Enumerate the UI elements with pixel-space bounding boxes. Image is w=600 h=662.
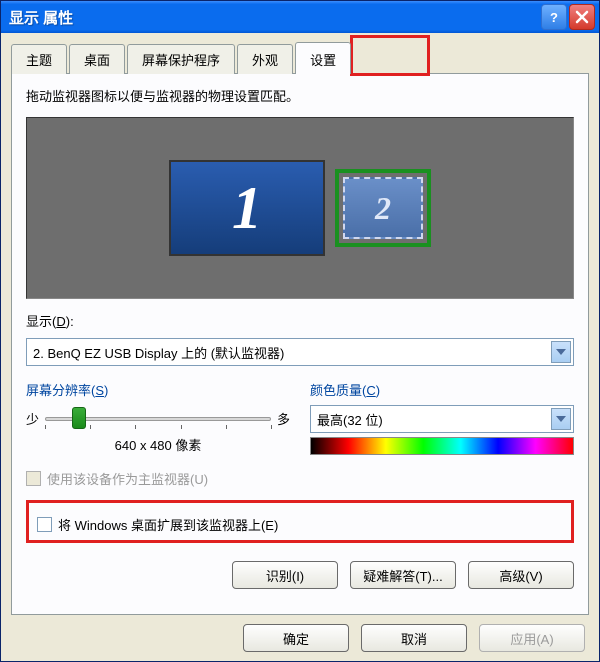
resolution-value: 640 x 480 像素 <box>26 435 290 454</box>
resolution-slider[interactable] <box>45 405 271 431</box>
slider-more-label: 多 <box>277 409 290 428</box>
color-spectrum <box>310 437 574 455</box>
highlight-active-tab <box>350 35 430 76</box>
identify-button[interactable]: 识别(I) <box>232 561 338 589</box>
color-quality-group: 颜色质量(C) 最高(32 位) <box>310 380 574 455</box>
highlight-monitor-2: 2 <box>335 169 431 247</box>
svg-text:?: ? <box>550 10 558 25</box>
display-dropdown[interactable]: 2. BenQ EZ USB Display 上的 (默认监视器) <box>26 338 574 366</box>
tab-appearance[interactable]: 外观 <box>237 44 293 74</box>
color-quality-title: 颜色质量(C) <box>310 380 574 399</box>
display-dropdown-value: 2. BenQ EZ USB Display 上的 (默认监视器) <box>33 343 551 362</box>
cancel-button[interactable]: 取消 <box>361 624 467 652</box>
primary-monitor-label: 使用该设备作为主监视器(U) <box>47 469 208 488</box>
apply-button: 应用(A) <box>479 624 585 652</box>
monitor-arrange-area[interactable]: 1 2 <box>26 117 574 299</box>
resolution-group: 屏幕分辨率(S) 少 多 <box>26 380 290 455</box>
ok-button[interactable]: 确定 <box>243 624 349 652</box>
slider-less-label: 少 <box>26 409 39 428</box>
window-title: 显示 属性 <box>9 7 539 28</box>
display-properties-window: 显示 属性 ? 主题 桌面 屏幕保护程序 外观 设置 拖动监视器图标以便与监视器… <box>0 0 600 662</box>
help-icon: ? <box>546 9 562 25</box>
titlebar[interactable]: 显示 属性 ? <box>1 1 599 33</box>
color-quality-dropdown[interactable]: 最高(32 位) <box>310 405 574 433</box>
resolution-title: 屏幕分辨率(S) <box>26 380 290 399</box>
monitor-1[interactable]: 1 <box>169 160 325 256</box>
primary-monitor-checkbox-row: 使用该设备作为主监视器(U) <box>26 469 574 488</box>
tab-theme[interactable]: 主题 <box>11 44 67 74</box>
extend-desktop-checkbox[interactable] <box>37 517 52 532</box>
primary-monitor-checkbox <box>26 471 41 486</box>
close-icon <box>574 9 590 25</box>
extend-desktop-label: 将 Windows 桌面扩展到该监视器上(E) <box>58 515 278 534</box>
tab-row: 主题 桌面 屏幕保护程序 外观 设置 <box>11 43 589 73</box>
display-label: 显示(D): <box>26 311 574 330</box>
extend-desktop-checkbox-row[interactable]: 将 Windows 桌面扩展到该监视器上(E) <box>37 515 563 534</box>
advanced-button[interactable]: 高级(V) <box>468 561 574 589</box>
instruction-text: 拖动监视器图标以便与监视器的物理设置匹配。 <box>26 86 574 105</box>
close-button[interactable] <box>569 4 595 30</box>
highlight-extend-checkbox: 将 Windows 桌面扩展到该监视器上(E) <box>26 500 574 543</box>
tab-screensaver[interactable]: 屏幕保护程序 <box>127 44 235 74</box>
tab-settings[interactable]: 设置 <box>295 42 351 74</box>
monitor-2[interactable]: 2 <box>343 177 423 239</box>
tab-desktop[interactable]: 桌面 <box>69 44 125 74</box>
troubleshoot-button[interactable]: 疑难解答(T)... <box>350 561 456 589</box>
help-button[interactable]: ? <box>541 4 567 30</box>
slider-thumb[interactable] <box>72 407 86 429</box>
color-quality-value: 最高(32 位) <box>317 410 551 429</box>
dialog-button-row: 确定 取消 应用(A) <box>1 615 599 661</box>
chevron-down-icon <box>551 341 571 363</box>
settings-panel: 拖动监视器图标以便与监视器的物理设置匹配。 1 2 显示(D): 2. BenQ… <box>11 73 589 615</box>
chevron-down-icon <box>551 408 571 430</box>
